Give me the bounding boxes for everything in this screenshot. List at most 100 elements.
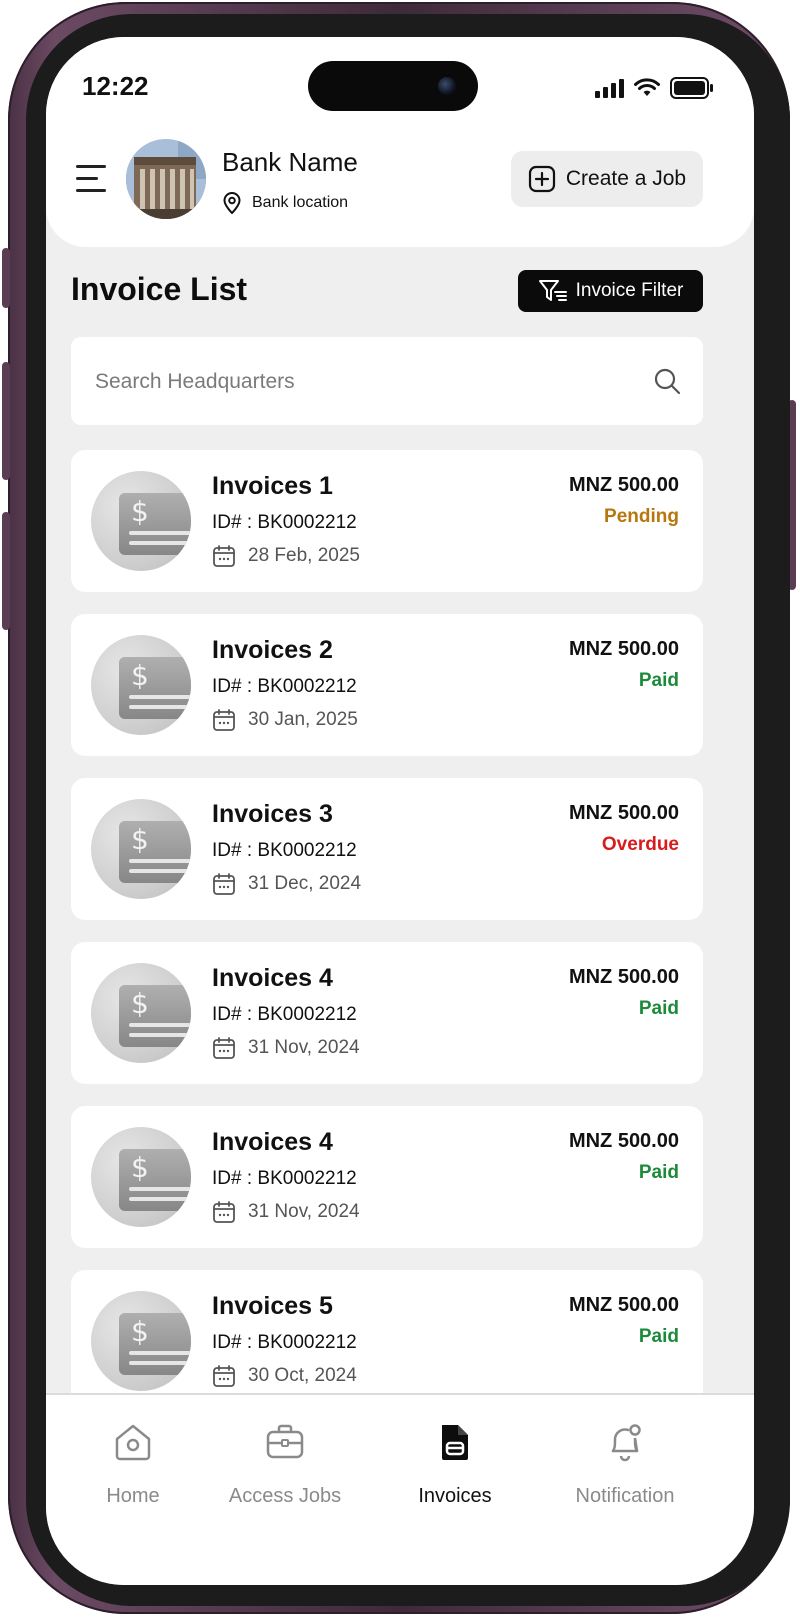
svg-text:$: $ — [131, 987, 149, 1020]
invoice-id: ID# : BK0002212 — [212, 1168, 357, 1189]
calendar-icon — [213, 709, 235, 731]
bank-name: Bank Name — [222, 147, 358, 177]
invoice-date-row: 31 Nov, 2024 — [212, 1036, 360, 1060]
tab-home[interactable]: Home — [48, 1421, 218, 1508]
search-input[interactable] — [93, 359, 637, 405]
invoice-title: Invoices 3 — [212, 800, 333, 828]
svg-text:$: $ — [131, 495, 149, 528]
bell-icon — [611, 1424, 641, 1462]
invoice-date-row: 30 Oct, 2024 — [212, 1364, 357, 1388]
invoice-amount: MNZ 500.00 — [568, 966, 679, 988]
signal-icon — [595, 78, 624, 98]
invoice-date-row: 28 Feb, 2025 — [212, 544, 360, 568]
tab-access-jobs-label: Access Jobs — [228, 1485, 342, 1507]
invoice-dollar-icon: $ — [91, 1127, 191, 1227]
invoice-date: 31 Nov, 2024 — [248, 1037, 360, 1058]
invoice-id: ID# : BK0002212 — [212, 840, 357, 861]
invoice-date-row: 31 Nov, 2024 — [212, 1200, 360, 1224]
dynamic-island — [308, 61, 478, 111]
filter-icon — [538, 280, 567, 301]
invoice-title: Invoices 5 — [212, 1292, 333, 1320]
invoice-title: Invoices 2 — [212, 636, 333, 664]
volume-down-button — [2, 512, 10, 630]
calendar-icon — [213, 1365, 235, 1387]
invoice-amount: MNZ 500.00 — [568, 802, 679, 824]
invoice-date: 31 Nov, 2024 — [248, 1201, 360, 1222]
tab-notification[interactable]: Notification — [540, 1421, 710, 1508]
invoice-date-row: 31 Dec, 2024 — [212, 872, 361, 896]
tab-invoices-label: Invoices — [418, 1485, 492, 1507]
invoice-date-row: 30 Jan, 2025 — [212, 708, 358, 732]
bottom-tab-bar: Home Access Jobs Invoices Notification — [46, 1393, 754, 1585]
invoice-id: ID# : BK0002212 — [212, 1332, 357, 1353]
tab-notification-label: Notification — [575, 1485, 675, 1507]
invoice-date: 31 Dec, 2024 — [248, 873, 362, 894]
invoice-card[interactable]: $ Invoices 3 ID# : BK0002212 31 Dec, 202… — [71, 778, 703, 920]
status-badge: Paid — [638, 1326, 679, 1347]
create-job-button[interactable]: Create a Job — [511, 151, 703, 207]
status-icons — [595, 77, 714, 99]
invoice-id: ID# : BK0002212 — [212, 676, 357, 697]
search-bar — [71, 337, 703, 425]
svg-text:$: $ — [131, 823, 149, 856]
invoice-title: Invoices 4 — [212, 964, 333, 992]
bank-location-label: Bank location — [252, 194, 349, 211]
invoice-icon — [442, 1425, 468, 1460]
volume-up-button — [2, 362, 10, 480]
invoice-amount: MNZ 500.00 — [568, 638, 679, 660]
invoice-date: 30 Oct, 2024 — [248, 1365, 357, 1386]
hamburger-menu-icon[interactable] — [76, 165, 108, 193]
create-job-label: Create a Job — [565, 167, 687, 190]
invoice-amount: MNZ 500.00 — [568, 1130, 679, 1152]
status-time: 12:22 — [82, 71, 149, 101]
location-pin-icon — [223, 192, 241, 214]
status-badge: Paid — [638, 670, 679, 691]
action-button — [2, 248, 10, 308]
invoice-card[interactable]: $ Invoices 4 ID# : BK0002212 31 Nov, 202… — [71, 942, 703, 1084]
page-title: Invoice List — [71, 271, 248, 307]
calendar-icon — [213, 545, 235, 567]
invoice-card[interactable]: $ Invoices 1 ID# : BK0002212 28 Feb, 202… — [71, 450, 703, 592]
status-badge: Paid — [638, 1162, 679, 1183]
calendar-icon — [213, 873, 235, 895]
invoice-amount: MNZ 500.00 — [568, 1294, 679, 1316]
invoice-amount: MNZ 500.00 — [568, 474, 679, 496]
tab-invoices[interactable]: Invoices — [370, 1421, 540, 1508]
camera-icon — [438, 77, 456, 95]
invoice-date: 30 Jan, 2025 — [248, 709, 358, 730]
svg-text:$: $ — [131, 1315, 149, 1348]
invoice-dollar-icon: $ — [91, 635, 191, 735]
invoice-list: $ Invoices 1 ID# : BK0002212 28 Feb, 202… — [71, 450, 703, 1434]
tab-access-jobs[interactable]: Access Jobs — [200, 1421, 370, 1508]
svg-text:$: $ — [131, 659, 149, 692]
bank-location: Bank location — [222, 192, 348, 214]
status-badge: Overdue — [601, 834, 679, 855]
invoice-id: ID# : BK0002212 — [212, 1004, 357, 1025]
plus-square-icon — [528, 165, 555, 193]
invoice-card[interactable]: $ Invoices 2 ID# : BK0002212 30 Jan, 202… — [71, 614, 703, 756]
briefcase-icon — [266, 1424, 304, 1459]
battery-icon — [670, 77, 713, 99]
invoice-dollar-icon: $ — [91, 799, 191, 899]
app-header: 12:22 Bank Name Bank location Create a J… — [46, 37, 754, 247]
invoice-card[interactable]: $ Invoices 4 ID# : BK0002212 31 Nov, 202… — [71, 1106, 703, 1248]
wifi-icon — [634, 78, 660, 96]
calendar-icon — [213, 1201, 235, 1223]
status-badge: Pending — [604, 506, 679, 527]
tab-home-label: Home — [106, 1485, 160, 1507]
invoice-card[interactable]: $ Invoices 5 ID# : BK0002212 30 Oct, 202… — [71, 1270, 703, 1412]
invoice-filter-label: Invoice Filter — [575, 280, 684, 301]
invoice-date: 28 Feb, 2025 — [248, 545, 360, 566]
invoice-title: Invoices 4 — [212, 1128, 333, 1156]
bank-avatar — [126, 139, 206, 219]
svg-text:$: $ — [131, 1151, 149, 1184]
status-badge: Paid — [638, 998, 679, 1019]
search-icon[interactable] — [653, 367, 681, 395]
invoice-dollar-icon: $ — [91, 1291, 191, 1391]
calendar-icon — [213, 1037, 235, 1059]
app-screen: 12:22 Bank Name Bank location Create a J… — [46, 37, 754, 1585]
invoice-dollar-icon: $ — [91, 963, 191, 1063]
invoice-filter-button[interactable]: Invoice Filter — [518, 270, 703, 312]
invoice-id: ID# : BK0002212 — [212, 512, 357, 533]
home-icon — [115, 1424, 151, 1461]
